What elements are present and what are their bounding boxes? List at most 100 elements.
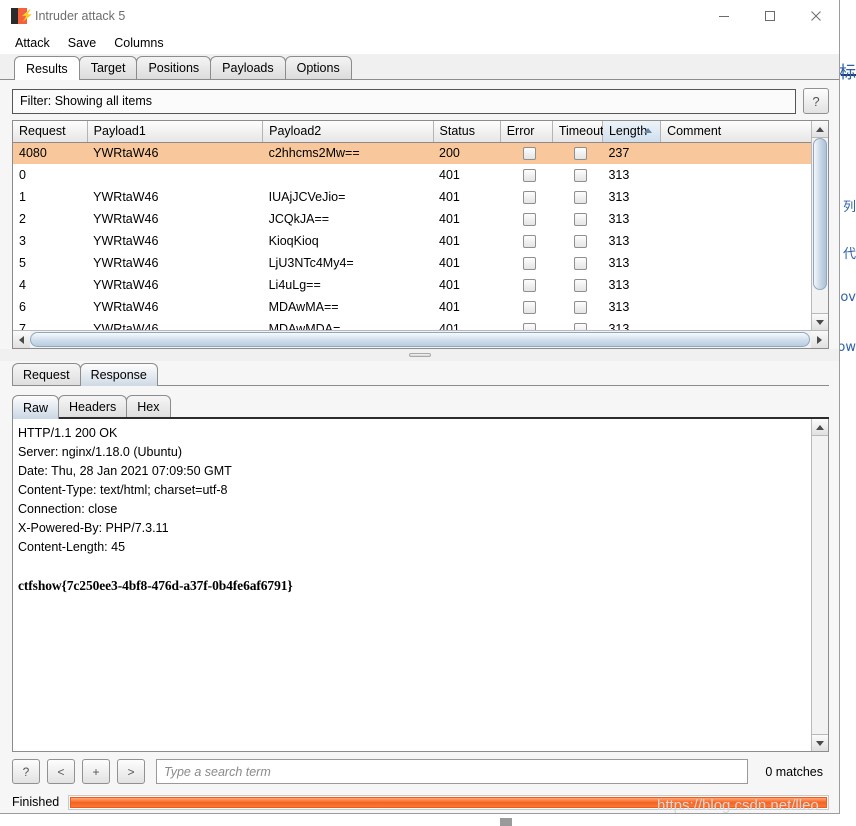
- scroll-down-button[interactable]: [812, 313, 828, 330]
- cell-error[interactable]: [500, 230, 552, 252]
- timeout-checkbox[interactable]: [573, 257, 587, 271]
- results-table-viewport: Request Payload1 Payload2 Status Error T…: [13, 121, 811, 330]
- timeout-checkbox[interactable]: [573, 235, 587, 249]
- tab-headers[interactable]: Headers: [58, 395, 128, 417]
- column-header-error[interactable]: Error: [500, 121, 553, 143]
- cell-timeout[interactable]: [552, 252, 602, 274]
- timeout-checkbox[interactable]: [573, 169, 587, 183]
- column-header-request[interactable]: Request: [13, 121, 88, 143]
- results-hscroll-track[interactable]: [30, 331, 811, 348]
- menu-item-columns[interactable]: Columns: [112, 35, 165, 51]
- menu-item-attack[interactable]: Attack: [13, 35, 52, 51]
- maximize-button[interactable]: [747, 0, 793, 31]
- cell-error[interactable]: [500, 186, 552, 208]
- error-checkbox[interactable]: [522, 169, 536, 183]
- cell-error[interactable]: [500, 252, 552, 274]
- table-row[interactable]: 4 YWRtaW46 Li4uLg== 401 313: [13, 274, 811, 296]
- results-vertical-scrollbar[interactable]: [811, 121, 828, 330]
- error-checkbox[interactable]: [522, 213, 536, 227]
- response-scroll-up-button[interactable]: [812, 419, 828, 436]
- table-row[interactable]: 4080 YWRtaW46 c2hhcms2Mw== 200 237: [13, 142, 811, 164]
- cell-timeout[interactable]: [552, 230, 602, 252]
- response-scroll-down-button[interactable]: [812, 734, 828, 751]
- timeout-checkbox[interactable]: [573, 301, 587, 315]
- column-header-timeout[interactable]: Timeout: [552, 121, 604, 143]
- error-checkbox[interactable]: [522, 279, 536, 293]
- cell-error[interactable]: [500, 318, 552, 330]
- error-checkbox[interactable]: [522, 235, 536, 249]
- cell-error[interactable]: [500, 208, 552, 230]
- scroll-up-button[interactable]: [812, 121, 828, 138]
- error-checkbox[interactable]: [522, 191, 536, 205]
- table-row[interactable]: 6 YWRtaW46 MDAwMA== 401 313: [13, 296, 811, 318]
- column-header-status[interactable]: Status: [433, 121, 501, 143]
- search-add-button[interactable]: +: [82, 759, 110, 784]
- filter-bar[interactable]: Filter: Showing all items: [12, 88, 796, 114]
- response-line-4: Connection: close: [18, 502, 118, 516]
- column-header-length[interactable]: Length: [602, 121, 662, 143]
- menu-item-save[interactable]: Save: [66, 35, 99, 51]
- search-match-count: 0 matches: [765, 764, 823, 779]
- response-raw-text[interactable]: HTTP/1.1 200 OK Server: nginx/1.18.0 (Ub…: [13, 419, 811, 751]
- column-header-payload2[interactable]: Payload2: [262, 121, 434, 143]
- table-row[interactable]: 5 YWRtaW46 LjU3NTc4My4= 401 313: [13, 252, 811, 274]
- minimize-button[interactable]: [701, 0, 747, 31]
- close-button[interactable]: [793, 0, 839, 31]
- panel-splitter[interactable]: [0, 349, 839, 361]
- error-checkbox[interactable]: [522, 257, 536, 271]
- cell-payload1: YWRtaW46: [93, 212, 159, 226]
- tab-request[interactable]: Request: [12, 363, 81, 385]
- error-checkbox[interactable]: [522, 323, 536, 330]
- table-row[interactable]: 0 401 313: [13, 164, 811, 186]
- error-checkbox[interactable]: [522, 147, 536, 161]
- search-next-button[interactable]: >: [117, 759, 145, 784]
- column-header-payload1[interactable]: Payload1: [87, 121, 264, 143]
- tab-hex[interactable]: Hex: [126, 395, 171, 417]
- column-header-comment[interactable]: Comment: [660, 121, 811, 143]
- tab-target[interactable]: Target: [78, 56, 138, 79]
- tab-raw[interactable]: Raw: [12, 395, 60, 419]
- response-vscroll-thumb[interactable]: [813, 436, 827, 734]
- results-panel: Filter: Showing all items ? Request Payl…: [0, 80, 839, 791]
- timeout-checkbox[interactable]: [573, 279, 587, 293]
- search-input[interactable]: Type a search term: [156, 759, 749, 784]
- timeout-checkbox[interactable]: [573, 323, 587, 330]
- cell-timeout[interactable]: [552, 274, 602, 296]
- cell-timeout[interactable]: [552, 296, 602, 318]
- timeout-checkbox[interactable]: [573, 147, 587, 161]
- table-row[interactable]: 2 YWRtaW46 JCQkJA== 401 313: [13, 208, 811, 230]
- scroll-left-button[interactable]: [13, 331, 30, 348]
- menu-bar: Attack Save Columns: [0, 31, 839, 54]
- timeout-checkbox[interactable]: [573, 213, 587, 227]
- results-hscroll-thumb[interactable]: [30, 332, 810, 347]
- response-vertical-scrollbar[interactable]: [811, 419, 828, 751]
- search-previous-button[interactable]: <: [47, 759, 75, 784]
- table-row[interactable]: 1 YWRtaW46 IUAjJCVeJio= 401 313: [13, 186, 811, 208]
- timeout-checkbox[interactable]: [573, 191, 587, 205]
- cell-timeout[interactable]: [552, 186, 602, 208]
- cell-error[interactable]: [500, 274, 552, 296]
- results-horizontal-scrollbar[interactable]: [13, 330, 828, 348]
- table-row[interactable]: 7 YWRtaW46 MDAwMDA= 401 313: [13, 318, 811, 330]
- tab-results[interactable]: Results: [14, 56, 80, 80]
- response-vscroll-track[interactable]: [812, 436, 828, 734]
- cell-error[interactable]: [500, 164, 552, 186]
- cell-timeout[interactable]: [552, 142, 603, 164]
- cell-timeout[interactable]: [552, 318, 602, 330]
- title-bar[interactable]: ⚡ Intruder attack 5: [0, 0, 839, 31]
- results-vscroll-track[interactable]: [812, 138, 828, 313]
- cell-timeout[interactable]: [552, 164, 602, 186]
- error-checkbox[interactable]: [522, 301, 536, 315]
- tab-options[interactable]: Options: [284, 56, 352, 79]
- tab-positions[interactable]: Positions: [136, 56, 212, 79]
- cell-error[interactable]: [500, 142, 553, 164]
- table-row[interactable]: 3 YWRtaW46 KioqKioq 401 313: [13, 230, 811, 252]
- scroll-right-button[interactable]: [811, 331, 828, 348]
- cell-error[interactable]: [500, 296, 552, 318]
- tab-payloads[interactable]: Payloads: [210, 56, 286, 79]
- filter-help-button[interactable]: ?: [803, 88, 829, 114]
- cell-timeout[interactable]: [552, 208, 602, 230]
- results-vscroll-thumb[interactable]: [813, 138, 827, 290]
- tab-response[interactable]: Response: [79, 363, 158, 386]
- search-help-button[interactable]: ?: [12, 759, 40, 784]
